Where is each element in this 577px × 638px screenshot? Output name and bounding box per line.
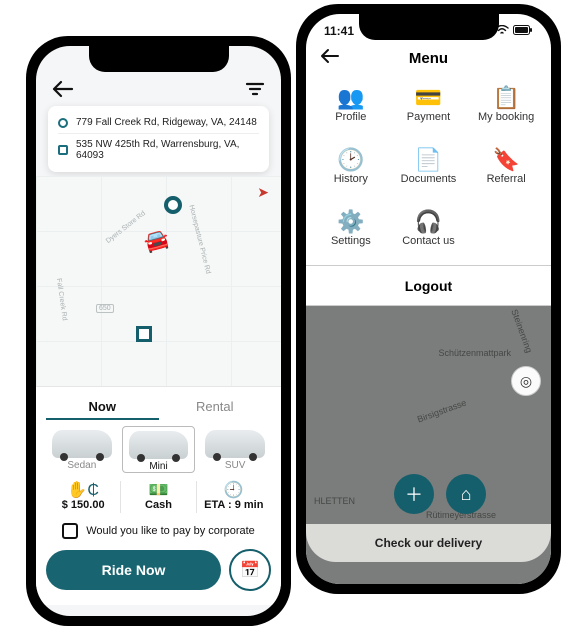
menu-item-profile[interactable]: 👥 Profile	[312, 85, 390, 123]
dropoff-pin-icon	[58, 145, 68, 155]
car-option-sedan[interactable]: Sedan	[46, 426, 118, 473]
battery-icon	[513, 24, 533, 38]
menu-screen: 11:41 📶 Menu 👥 Profile	[296, 4, 561, 594]
page-title: Menu	[320, 50, 537, 67]
menu-label: History	[312, 173, 390, 185]
car-option-mini[interactable]: Mini	[122, 426, 196, 473]
address-card: 779 Fall Creek Rd, Ridgeway, VA, 24148 5…	[48, 106, 269, 172]
menu-item-history[interactable]: 🕑 History	[312, 147, 390, 185]
schedule-button[interactable]: 📅	[229, 549, 271, 591]
eta-cell: 🕘 ETA : 9 min	[197, 481, 271, 513]
tab-now[interactable]: Now	[46, 395, 159, 420]
pickup-address: 779 Fall Creek Rd, Ridgeway, VA, 24148	[76, 117, 257, 128]
clock-icon: 🕘	[197, 483, 271, 499]
check-delivery-banner[interactable]: Check our delivery	[306, 524, 551, 562]
dropoff-address-row[interactable]: 535 NW 425th Rd, Warrensburg, VA, 64093	[58, 133, 259, 166]
pickup-address-row[interactable]: 779 Fall Creek Rd, Ridgeway, VA, 24148	[58, 112, 259, 133]
status-time: 11:41	[324, 24, 354, 38]
ride-now-button[interactable]: Ride Now	[46, 550, 221, 590]
tab-rental[interactable]: Rental	[159, 395, 272, 420]
device-notch	[359, 14, 499, 40]
corporate-label: Would you like to pay by corporate	[86, 525, 255, 537]
referral-icon: 🔖	[467, 147, 545, 173]
add-fab-button[interactable]: ＋	[394, 474, 434, 514]
back-arrow-icon[interactable]	[52, 80, 74, 98]
payment-value: Cash	[121, 499, 195, 511]
menu-item-documents[interactable]: 📄 Documents	[390, 147, 468, 185]
device-notch	[89, 46, 229, 72]
menu-item-settings[interactable]: ⚙️ Settings	[312, 209, 390, 247]
sedan-car-icon	[52, 430, 112, 458]
ride-booking-screen: 779 Fall Creek Rd, Ridgeway, VA, 24148 5…	[26, 36, 291, 626]
suv-car-icon	[205, 430, 265, 458]
eta-value: ETA : 9 min	[197, 499, 271, 511]
road-label: Dyers Store Rd	[105, 210, 147, 245]
booking-icon: 📋	[467, 85, 545, 111]
menu-label: Documents	[390, 173, 468, 185]
menu-label: My booking	[467, 111, 545, 123]
home-icon: ⌂	[461, 484, 472, 505]
price-cell: ✋₵ $ 150.00	[46, 481, 121, 513]
menu-item-payment[interactable]: 💳 Payment	[390, 85, 468, 123]
car-option-suv[interactable]: SUV	[199, 426, 271, 473]
contact-icon: 🎧	[390, 209, 468, 235]
mini-car-icon	[129, 431, 189, 459]
calendar-icon: 📅	[240, 560, 260, 580]
profile-icon: 👥	[312, 85, 390, 111]
road-label: Fall Creek Rd	[55, 278, 68, 321]
home-fab-button[interactable]: ⌂	[446, 474, 486, 514]
logout-button[interactable]: Logout	[306, 265, 551, 306]
menu-item-referral[interactable]: 🔖 Referral	[467, 147, 545, 185]
crosshair-icon: ◎	[520, 373, 532, 390]
menu-label: Profile	[312, 111, 390, 123]
corporate-checkbox[interactable]	[62, 523, 78, 539]
payment-cell[interactable]: 💵 Cash	[121, 481, 196, 513]
car-label: SUV	[225, 460, 246, 471]
compass-icon[interactable]: ➤	[257, 184, 269, 201]
booking-sheet: Now Rental Sedan Mini SUV ✋₵	[36, 386, 281, 605]
route-badge: 650	[96, 304, 114, 313]
menu-label: Payment	[390, 111, 468, 123]
plus-icon: ＋	[405, 481, 423, 507]
history-icon: 🕑	[312, 147, 390, 173]
destination-marker-icon	[136, 326, 152, 342]
map-view[interactable]: Dyers Store Rd Horsepasture Price Rd Fal…	[36, 176, 281, 386]
car-marker-icon: 🚘	[141, 225, 172, 256]
cash-icon: 💵	[121, 483, 195, 499]
background-map: Schützenmattpark HLETTEN Steinenring Bir…	[306, 306, 551, 584]
menu-label: Referral	[467, 173, 545, 185]
dropoff-address: 535 NW 425th Rd, Warrensburg, VA, 64093	[76, 139, 259, 161]
price-value: $ 150.00	[46, 499, 120, 511]
menu-item-booking[interactable]: 📋 My booking	[467, 85, 545, 123]
menu-grid: 👥 Profile 💳 Payment 📋 My booking 🕑 Histo…	[306, 81, 551, 265]
car-label: Sedan	[67, 460, 96, 471]
price-icon: ✋₵	[46, 483, 120, 499]
menu-label: Settings	[312, 235, 390, 247]
car-label: Mini	[149, 461, 167, 472]
payment-icon: 💳	[390, 85, 468, 111]
documents-icon: 📄	[390, 147, 468, 173]
locate-me-button[interactable]: ◎	[511, 366, 541, 396]
pickup-pin-icon	[58, 118, 68, 128]
menu-label: Contact us	[390, 235, 468, 247]
menu-item-contact[interactable]: 🎧 Contact us	[390, 209, 468, 247]
settings-icon: ⚙️	[312, 209, 390, 235]
filter-icon[interactable]	[245, 81, 265, 97]
road-label: Horsepasture Price Rd	[188, 204, 212, 274]
origin-marker-icon	[164, 196, 182, 214]
